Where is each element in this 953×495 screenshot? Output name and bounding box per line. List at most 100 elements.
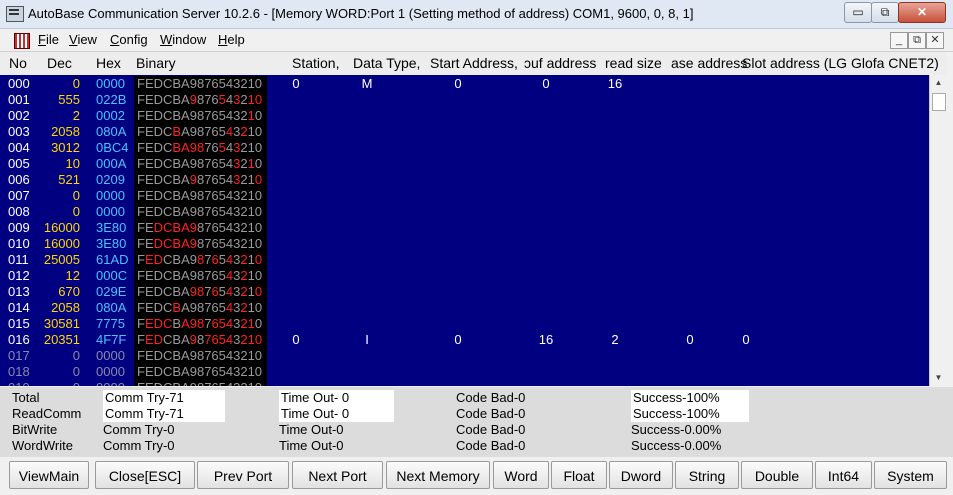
int64-button[interactable]: Int64 bbox=[815, 461, 872, 489]
mdi-restore-button[interactable]: ⧉ bbox=[908, 32, 926, 49]
row-number: 000 bbox=[8, 76, 30, 91]
bit-on: ED bbox=[144, 252, 164, 267]
table-row[interactable]: 002 2 0002 FEDCBA9876543210 bbox=[0, 108, 929, 124]
table-row[interactable]: 007 0 0000 FEDCBA9876543210 bbox=[0, 188, 929, 204]
bit-off: 1 bbox=[247, 252, 255, 267]
stat-time-out: Time Out-0 bbox=[279, 422, 344, 437]
decimal-value: 0 bbox=[72, 188, 80, 203]
close-window-button[interactable]: ✕ bbox=[898, 2, 946, 23]
minimize-button[interactable]: ▭ bbox=[844, 2, 872, 23]
setting-buf-address: 0 bbox=[542, 76, 550, 91]
menu-help[interactable]: Help bbox=[218, 32, 245, 47]
decimal-value: 12 bbox=[65, 268, 80, 283]
binary-bits: FEDCBA9876543210 bbox=[134, 140, 267, 156]
bit-on: DCBA9 bbox=[153, 220, 197, 235]
next-port-button[interactable]: Next Port bbox=[292, 461, 383, 489]
setting-read-size: 2 bbox=[611, 332, 619, 347]
table-row[interactable]: 003 2058 080A FEDCBA9876543210 bbox=[0, 124, 929, 140]
menu-window[interactable]: Window bbox=[160, 32, 206, 47]
bit-off: FEDCBA9876543210 bbox=[137, 364, 263, 379]
row-number: 015 bbox=[8, 316, 30, 331]
mdi-close-button[interactable]: ✕ bbox=[926, 32, 944, 49]
menu-config[interactable]: Config bbox=[110, 32, 148, 47]
bit-off: FEDC bbox=[137, 140, 173, 155]
dword-button[interactable]: Dword bbox=[609, 461, 673, 489]
hex-value: 3E80 bbox=[96, 236, 127, 251]
bit-on: DCBA9 bbox=[153, 236, 197, 251]
mdi-minimize-button[interactable]: _ bbox=[890, 32, 908, 49]
table-row[interactable]: 014 2058 080A FEDCBA9876543210 bbox=[0, 300, 929, 316]
table-row[interactable]: 013 670 029E FEDCBA9876543210 bbox=[0, 284, 929, 300]
table-row[interactable]: 005 10 000A FEDCBA9876543210 bbox=[0, 156, 929, 172]
stat-success: Success-0.00% bbox=[631, 422, 722, 437]
hex-value: 080A bbox=[96, 124, 127, 139]
decimal-value: 0 bbox=[72, 76, 80, 91]
header-station: Station, bbox=[292, 55, 340, 71]
decimal-value: 0 bbox=[72, 348, 80, 363]
vertical-scrollbar[interactable]: ▲ ▼ bbox=[929, 75, 947, 386]
table-row[interactable]: 01900000FEDCBA9876543210 bbox=[0, 380, 929, 386]
table-row[interactable]: 004 3012 0BC4 FEDCBA9876543210 bbox=[0, 140, 929, 156]
table-row[interactable]: 009 16000 3E80 FEDCBA9876543210 bbox=[0, 220, 929, 236]
header-start-address: Start Address, bbox=[430, 55, 518, 71]
menu-file[interactable]: File bbox=[38, 32, 59, 47]
next-memory-button[interactable]: Next Memory bbox=[386, 461, 490, 489]
row-number: 016 bbox=[8, 332, 30, 347]
table-row[interactable]: 010 16000 3E80 FEDCBA9876543210 bbox=[0, 236, 929, 252]
decimal-value: 2058 bbox=[51, 300, 80, 315]
close-esc-button[interactable]: Close[ESC] bbox=[95, 461, 195, 489]
string-button[interactable]: String bbox=[675, 461, 739, 489]
bit-on: BA98 bbox=[172, 140, 205, 155]
table-row[interactable]: 012 12 000C FEDCBA9876543210 bbox=[0, 268, 929, 284]
table-row[interactable]: 018 0 0000 FEDCBA9876543210 bbox=[0, 364, 929, 380]
stat-code-bad: Code Bad-0 bbox=[456, 406, 526, 421]
document-grid-icon[interactable] bbox=[14, 33, 30, 49]
bit-on: B bbox=[172, 300, 182, 315]
bit-off: 10 bbox=[247, 124, 263, 139]
float-button[interactable]: Float bbox=[551, 461, 607, 489]
hex-value: 61AD bbox=[96, 252, 129, 267]
bit-on: 2 bbox=[240, 124, 248, 139]
bit-off: FEDC bbox=[137, 300, 173, 315]
stat-time-out: Time Out- 0 bbox=[279, 406, 394, 422]
hex-value: 0000 bbox=[96, 348, 125, 363]
table-row[interactable]: 017 0 0000 FEDCBA9876543210 bbox=[0, 348, 929, 364]
table-row[interactable]: 015 30581 7775 FEDCBA9876543210 bbox=[0, 316, 929, 332]
bit-off: 1 bbox=[247, 284, 255, 299]
word-button[interactable]: Word bbox=[493, 461, 549, 489]
scroll-up-arrow-icon[interactable]: ▲ bbox=[930, 75, 947, 91]
binary-bits: FEDCBA9876543210 bbox=[134, 380, 267, 386]
bit-on: 9 bbox=[189, 332, 197, 347]
setting-station: 0 bbox=[292, 332, 300, 347]
binary-bits: FEDCBA9876543210 bbox=[134, 76, 267, 92]
communication-stats: Total Comm Try-71 Time Out- 0 Code Bad-0 Suc… bbox=[0, 387, 953, 457]
scroll-thumb[interactable] bbox=[932, 93, 946, 111]
stat-comm-try: Comm Try-71 bbox=[103, 390, 225, 406]
memory-grid[interactable]: 000 0 0000 FEDCBA9876543210 001 555 022B FEDCBA… bbox=[0, 75, 929, 386]
binary-bits: FEDCBA9876543210 bbox=[134, 108, 267, 124]
header-read-size: read size bbox=[605, 55, 662, 71]
setting-buf-address: 16 bbox=[538, 332, 554, 347]
scroll-down-arrow-icon[interactable]: ▼ bbox=[930, 370, 947, 386]
prev-port-button[interactable]: Prev Port bbox=[197, 461, 289, 489]
table-row[interactable]: 011 25005 61AD FEDCBA9876543210 bbox=[0, 252, 929, 268]
bit-on: 9 bbox=[189, 172, 197, 187]
system-button[interactable]: System bbox=[874, 461, 947, 489]
row-number: 010 bbox=[8, 236, 30, 251]
table-row[interactable]: 006 521 0209 FEDCBA9876543210 bbox=[0, 172, 929, 188]
table-row[interactable]: 001 555 022B FEDCBA9876543210 bbox=[0, 92, 929, 108]
viewmain-button[interactable]: ViewMain bbox=[9, 461, 89, 489]
menu-view[interactable]: View bbox=[69, 32, 97, 47]
bit-off: FEDCBA98765432 bbox=[137, 108, 248, 123]
binary-bits: FEDCBA9876543210 bbox=[134, 92, 267, 108]
bit-off: FEDCBA9876543210 bbox=[137, 76, 263, 91]
title-bar[interactable]: AutoBase Communication Server 10.2.6 - [… bbox=[0, 0, 953, 29]
decimal-value: 670 bbox=[58, 284, 80, 299]
hex-value: 7775 bbox=[96, 316, 125, 331]
maximize-button[interactable]: ⧉ bbox=[871, 2, 899, 23]
bit-on: 654 bbox=[211, 316, 234, 331]
bit-off: F bbox=[137, 316, 145, 331]
double-button[interactable]: Double bbox=[741, 461, 813, 489]
binary-bits: FEDCBA9876543210 bbox=[134, 300, 267, 316]
table-row[interactable]: 008 0 0000 FEDCBA9876543210 bbox=[0, 204, 929, 220]
